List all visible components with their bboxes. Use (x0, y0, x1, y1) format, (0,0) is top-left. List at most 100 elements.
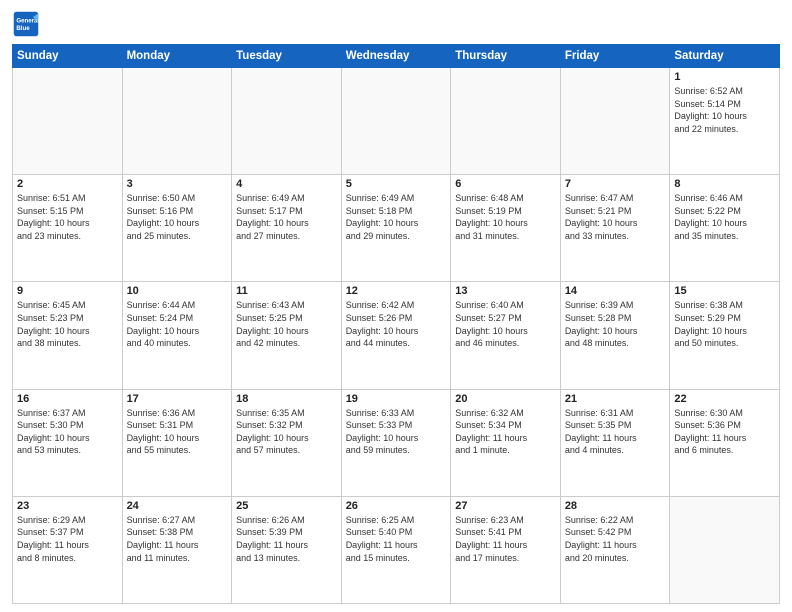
calendar-day-cell: 11Sunrise: 6:43 AM Sunset: 5:25 PM Dayli… (232, 282, 342, 389)
calendar-week-row: 23 Sunrise: 6:29 AM Sunset: 5:37 PM Dayli… (13, 496, 780, 603)
day-info: Sunrise: 6:38 AM Sunset: 5:29 PM Dayligh… (674, 299, 775, 349)
calendar-week-row: 16Sunrise: 6:37 AM Sunset: 5:30 PM Dayli… (13, 389, 780, 496)
calendar-day-cell: 23 Sunrise: 6:29 AM Sunset: 5:37 PM Dayli… (13, 496, 123, 603)
day-info: Sunrise: 6:50 AM Sunset: 5:16 PM Dayligh… (127, 192, 228, 242)
calendar-day-cell: 28 Sunrise: 6:22 AM Sunset: 5:42 PM Dayli… (560, 496, 670, 603)
day-info: Sunrise: 6:43 AM Sunset: 5:25 PM Dayligh… (236, 299, 337, 349)
day-info: Sunrise: 6:48 AM Sunset: 5:19 PM Dayligh… (455, 192, 556, 242)
day-info: Sunrise: 6:42 AM Sunset: 5:26 PM Dayligh… (346, 299, 447, 349)
day-number: 27 (455, 500, 556, 512)
day-info: Sunrise: 6:32 AM Sunset: 5:34 PM Dayligh… (455, 407, 556, 457)
day-number: 4 (236, 178, 337, 190)
day-info: Sunrise: 6:33 AM Sunset: 5:33 PM Dayligh… (346, 407, 447, 457)
calendar-week-row: 9 Sunrise: 6:45 AM Sunset: 5:23 PM Daylig… (13, 282, 780, 389)
calendar-day-cell: 10 Sunrise: 6:44 AM Sunset: 5:24 PM Dayli… (122, 282, 232, 389)
day-number: 6 (455, 178, 556, 190)
calendar-day-header: Monday (122, 45, 232, 68)
day-info: Sunrise: 6:35 AM Sunset: 5:32 PM Dayligh… (236, 407, 337, 457)
calendar-day-cell (122, 68, 232, 175)
calendar-day-header: Friday (560, 45, 670, 68)
header: General Blue (12, 10, 780, 38)
day-info: Sunrise: 6:45 AM Sunset: 5:23 PM Dayligh… (17, 299, 118, 349)
calendar-day-cell: 8 Sunrise: 6:46 AM Sunset: 5:22 PM Daylig… (670, 175, 780, 282)
calendar-day-cell: 7 Sunrise: 6:47 AM Sunset: 5:21 PM Daylig… (560, 175, 670, 282)
calendar-day-header: Tuesday (232, 45, 342, 68)
calendar-day-cell: 25 Sunrise: 6:26 AM Sunset: 5:39 PM Dayli… (232, 496, 342, 603)
day-info: Sunrise: 6:51 AM Sunset: 5:15 PM Dayligh… (17, 192, 118, 242)
calendar-day-cell: 6 Sunrise: 6:48 AM Sunset: 5:19 PM Daylig… (451, 175, 561, 282)
day-info: Sunrise: 6:22 AM Sunset: 5:42 PM Dayligh… (565, 514, 666, 564)
day-number: 28 (565, 500, 666, 512)
page: General Blue SundayMondayTuesdayWednesda… (0, 0, 792, 612)
calendar-day-cell: 12 Sunrise: 6:42 AM Sunset: 5:26 PM Dayli… (341, 282, 451, 389)
calendar-day-cell: 19 Sunrise: 6:33 AM Sunset: 5:33 PM Dayli… (341, 389, 451, 496)
day-number: 24 (127, 500, 228, 512)
day-number: 1 (674, 71, 775, 83)
day-info: Sunrise: 6:37 AM Sunset: 5:30 PM Dayligh… (17, 407, 118, 457)
day-info: Sunrise: 6:44 AM Sunset: 5:24 PM Dayligh… (127, 299, 228, 349)
day-number: 10 (127, 285, 228, 297)
calendar-day-cell: 13 Sunrise: 6:40 AM Sunset: 5:27 PM Dayli… (451, 282, 561, 389)
day-info: Sunrise: 6:25 AM Sunset: 5:40 PM Dayligh… (346, 514, 447, 564)
logo-icon: General Blue (12, 10, 40, 38)
calendar-day-header: Sunday (13, 45, 123, 68)
calendar-day-cell: 27 Sunrise: 6:23 AM Sunset: 5:41 PM Dayli… (451, 496, 561, 603)
calendar-day-cell: 24 Sunrise: 6:27 AM Sunset: 5:38 PM Dayli… (122, 496, 232, 603)
calendar-day-cell: 1 Sunrise: 6:52 AM Sunset: 5:14 PM Daylig… (670, 68, 780, 175)
day-number: 20 (455, 393, 556, 405)
calendar-day-cell (451, 68, 561, 175)
day-info: Sunrise: 6:31 AM Sunset: 5:35 PM Dayligh… (565, 407, 666, 457)
svg-text:Blue: Blue (16, 25, 30, 32)
calendar-day-cell (232, 68, 342, 175)
day-info: Sunrise: 6:23 AM Sunset: 5:41 PM Dayligh… (455, 514, 556, 564)
day-info: Sunrise: 6:29 AM Sunset: 5:37 PM Dayligh… (17, 514, 118, 564)
calendar-day-cell: 4 Sunrise: 6:49 AM Sunset: 5:17 PM Daylig… (232, 175, 342, 282)
day-number: 12 (346, 285, 447, 297)
calendar-day-header: Thursday (451, 45, 561, 68)
day-number: 19 (346, 393, 447, 405)
day-number: 26 (346, 500, 447, 512)
day-number: 14 (565, 285, 666, 297)
day-info: Sunrise: 6:46 AM Sunset: 5:22 PM Dayligh… (674, 192, 775, 242)
calendar-day-cell (560, 68, 670, 175)
day-info: Sunrise: 6:27 AM Sunset: 5:38 PM Dayligh… (127, 514, 228, 564)
calendar-header-row: SundayMondayTuesdayWednesdayThursdayFrid… (13, 45, 780, 68)
day-number: 8 (674, 178, 775, 190)
day-number: 22 (674, 393, 775, 405)
calendar-day-cell: 2 Sunrise: 6:51 AM Sunset: 5:15 PM Daylig… (13, 175, 123, 282)
day-number: 15 (674, 285, 775, 297)
calendar-day-cell: 21Sunrise: 6:31 AM Sunset: 5:35 PM Dayli… (560, 389, 670, 496)
calendar-day-header: Wednesday (341, 45, 451, 68)
day-number: 18 (236, 393, 337, 405)
day-number: 17 (127, 393, 228, 405)
calendar-day-cell: 20 Sunrise: 6:32 AM Sunset: 5:34 PM Dayli… (451, 389, 561, 496)
day-info: Sunrise: 6:49 AM Sunset: 5:17 PM Dayligh… (236, 192, 337, 242)
calendar-week-row: 1 Sunrise: 6:52 AM Sunset: 5:14 PM Daylig… (13, 68, 780, 175)
calendar-day-cell: 5Sunrise: 6:49 AM Sunset: 5:18 PM Daylig… (341, 175, 451, 282)
day-number: 9 (17, 285, 118, 297)
calendar-day-cell: 18 Sunrise: 6:35 AM Sunset: 5:32 PM Dayli… (232, 389, 342, 496)
day-info: Sunrise: 6:26 AM Sunset: 5:39 PM Dayligh… (236, 514, 337, 564)
calendar-day-cell: 22 Sunrise: 6:30 AM Sunset: 5:36 PM Dayli… (670, 389, 780, 496)
day-info: Sunrise: 6:39 AM Sunset: 5:28 PM Dayligh… (565, 299, 666, 349)
day-number: 25 (236, 500, 337, 512)
day-info: Sunrise: 6:49 AM Sunset: 5:18 PM Dayligh… (346, 192, 447, 242)
day-number: 13 (455, 285, 556, 297)
calendar-day-cell: 9 Sunrise: 6:45 AM Sunset: 5:23 PM Daylig… (13, 282, 123, 389)
calendar-day-cell: 3Sunrise: 6:50 AM Sunset: 5:16 PM Daylig… (122, 175, 232, 282)
day-info: Sunrise: 6:47 AM Sunset: 5:21 PM Dayligh… (565, 192, 666, 242)
day-info: Sunrise: 6:52 AM Sunset: 5:14 PM Dayligh… (674, 85, 775, 135)
logo: General Blue (12, 10, 44, 38)
day-number: 23 (17, 500, 118, 512)
calendar-table: SundayMondayTuesdayWednesdayThursdayFrid… (12, 44, 780, 604)
day-number: 2 (17, 178, 118, 190)
day-info: Sunrise: 6:30 AM Sunset: 5:36 PM Dayligh… (674, 407, 775, 457)
calendar-day-header: Saturday (670, 45, 780, 68)
day-info: Sunrise: 6:40 AM Sunset: 5:27 PM Dayligh… (455, 299, 556, 349)
calendar-day-cell: 26 Sunrise: 6:25 AM Sunset: 5:40 PM Dayli… (341, 496, 451, 603)
calendar-day-cell: 16Sunrise: 6:37 AM Sunset: 5:30 PM Dayli… (13, 389, 123, 496)
day-number: 7 (565, 178, 666, 190)
day-info: Sunrise: 6:36 AM Sunset: 5:31 PM Dayligh… (127, 407, 228, 457)
calendar-day-cell: 17 Sunrise: 6:36 AM Sunset: 5:31 PM Dayli… (122, 389, 232, 496)
calendar-day-cell (341, 68, 451, 175)
